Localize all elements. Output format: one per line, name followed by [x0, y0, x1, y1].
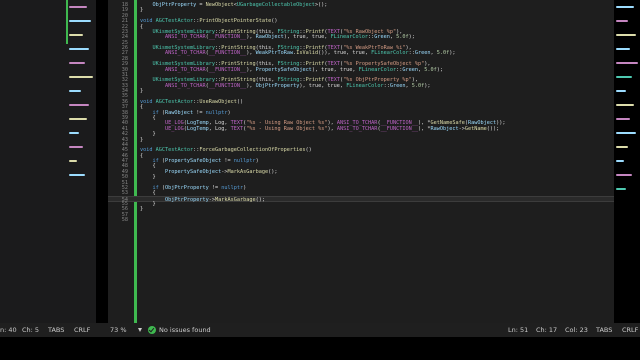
peek-bar [616, 76, 632, 78]
peek-line [69, 132, 96, 142]
peek-bar [616, 188, 626, 190]
peek-line [69, 118, 96, 128]
char-indicator[interactable]: Ch: 17 [536, 323, 557, 337]
peek-line [616, 132, 638, 142]
peek-line [616, 160, 638, 170]
peek-bar [69, 132, 79, 134]
peek-line [616, 76, 638, 86]
line-ending-indicator[interactable]: CRLF [622, 323, 638, 337]
peek-line [616, 174, 638, 184]
peek-bar [616, 118, 630, 120]
peek-line [616, 62, 638, 72]
peek-line [69, 160, 96, 170]
peek-bar [69, 34, 83, 36]
peek-line [69, 146, 96, 156]
peek-line [616, 146, 638, 156]
zoom-dropdown-icon[interactable] [138, 328, 142, 332]
peek-bar [616, 6, 634, 8]
peek-bar [69, 6, 87, 8]
line-indicator[interactable]: Ln: 51 [508, 323, 528, 337]
peek-bar [69, 20, 91, 22]
change-margin-left [66, 0, 68, 44]
peek-bar [69, 48, 89, 50]
peek-line [69, 104, 96, 114]
peek-line [69, 48, 96, 58]
peek-line [616, 6, 638, 16]
peek-bar [69, 90, 81, 92]
tabs-indicator[interactable]: TABS [596, 323, 612, 337]
left-char-indicator[interactable]: Ch: 5 [22, 323, 39, 337]
line-number: 58 [121, 217, 128, 224]
zoom-level[interactable]: 73 % [110, 323, 127, 337]
column-indicator[interactable]: Col: 23 [565, 323, 588, 337]
peek-line [616, 34, 638, 44]
right-code-peek [616, 2, 638, 198]
status-bar: n: 40 Ch: 5 TABS CRLF 73 % No issues fou… [0, 323, 640, 337]
left-editor-pane[interactable] [0, 0, 96, 323]
code-editor[interactable]: 18 ObjPtrProperty = NewObject<UGarbageCo… [108, 0, 614, 323]
issues-status[interactable]: No issues found [159, 323, 211, 337]
peek-bar [616, 90, 626, 92]
peek-bar [616, 160, 624, 162]
left-code-peek [69, 2, 96, 184]
peek-line [69, 174, 96, 184]
code-area[interactable]: 18 ObjPtrProperty = NewObject<UGarbageCo… [108, 0, 614, 323]
left-line-ending[interactable]: CRLF [74, 323, 90, 337]
peek-bar [616, 104, 634, 106]
peek-bar [69, 146, 83, 148]
peek-bar [69, 104, 89, 106]
peek-bar [616, 174, 632, 176]
peek-bar [616, 20, 628, 22]
peek-line [616, 48, 638, 58]
peek-bar [69, 174, 85, 176]
peek-line [616, 90, 638, 100]
peek-bar [616, 34, 636, 36]
peek-line [69, 76, 96, 86]
peek-bar [616, 62, 638, 64]
left-tabs-indicator[interactable]: TABS [48, 323, 64, 337]
peek-bar [69, 62, 85, 64]
peek-bar [616, 48, 630, 50]
pane-divider[interactable] [96, 0, 108, 323]
peek-bar [616, 146, 628, 148]
peek-line [69, 62, 96, 72]
peek-bar [69, 160, 77, 162]
peek-line [69, 6, 96, 16]
peek-line [69, 34, 96, 44]
check-circle-icon [148, 326, 156, 334]
peek-line [616, 188, 638, 198]
screen-bottom [0, 337, 640, 360]
peek-line [69, 20, 96, 30]
peek-line [616, 20, 638, 30]
left-line-indicator[interactable]: n: 40 [0, 323, 17, 337]
peek-line [616, 104, 638, 114]
peek-bar [69, 76, 93, 78]
peek-bar [69, 118, 87, 120]
code-line[interactable]: 58 [108, 217, 614, 223]
peek-bar [616, 132, 636, 134]
right-editor-pane[interactable] [614, 0, 640, 323]
peek-line [69, 90, 96, 100]
peek-line [616, 118, 638, 128]
